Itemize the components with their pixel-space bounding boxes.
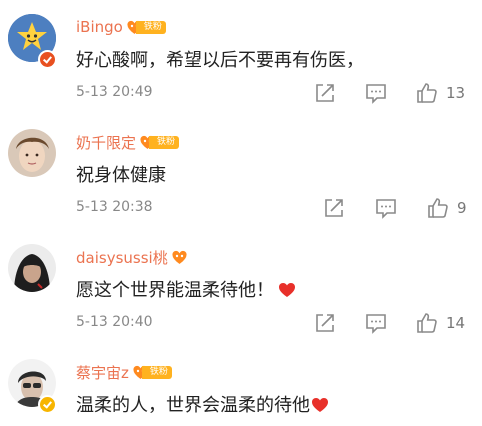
share-icon[interactable] <box>313 311 337 335</box>
avatar[interactable] <box>8 129 56 177</box>
username-row: 蔡宇宙z 铁粉 <box>76 361 172 383</box>
comment-item: 蔡宇宙z 铁粉 温柔的人，世界会温柔的待他 <box>0 345 482 426</box>
comment-text-body: 温柔的人，世界会温柔的待他 <box>76 395 310 416</box>
red-heart-icon <box>279 283 295 297</box>
comment-time: 5-13 20:38 <box>76 199 153 215</box>
username[interactable]: daisysussi桃 <box>76 247 168 268</box>
fan-badge: 铁粉 <box>132 364 172 381</box>
comment-text-body: 愿这个世界能温柔待他！ <box>76 280 274 301</box>
comment-time: 5-13 20:40 <box>76 314 153 330</box>
username[interactable]: 蔡宇宙z <box>76 362 129 383</box>
comment-text: 好心酸啊，希望以后不要再有伤医， <box>76 50 364 71</box>
fan-heart-icon <box>171 249 188 265</box>
username-row: 奶千限定 铁粉 <box>76 131 180 153</box>
username-row: daisysussi桃 <box>76 246 188 268</box>
like-icon[interactable] <box>426 196 450 220</box>
avatar[interactable] <box>8 244 56 292</box>
comment-item: 奶千限定 铁粉 祝身体健康 5-13 20:38 9 <box>0 115 482 225</box>
username[interactable]: 奶千限定 <box>76 132 136 153</box>
photo-avatar-icon <box>8 129 56 177</box>
comment-text: 温柔的人，世界会温柔的待他 <box>76 391 329 417</box>
like-count: 13 <box>446 84 466 102</box>
username[interactable]: iBingo <box>76 18 123 36</box>
fan-badge: 铁粉 <box>126 19 166 36</box>
comment-icon[interactable] <box>374 196 398 220</box>
like-count: 9 <box>457 199 467 217</box>
comment-icon[interactable] <box>364 81 388 105</box>
fan-badge: 铁粉 <box>139 134 180 151</box>
verified-badge-icon <box>38 50 57 69</box>
verified-badge-icon <box>38 395 57 414</box>
like-icon[interactable] <box>415 311 439 335</box>
comment-feed: iBingo 铁粉 好心酸啊，希望以后不要再有伤医， 5-13 20:49 13… <box>0 0 482 426</box>
username-row: iBingo 铁粉 <box>76 16 166 38</box>
like-count: 14 <box>446 314 466 332</box>
like-icon[interactable] <box>415 81 439 105</box>
comment-icon[interactable] <box>364 311 388 335</box>
comment-text: 祝身体健康 <box>76 165 166 186</box>
photo-avatar-icon <box>8 244 56 292</box>
comment-time: 5-13 20:49 <box>76 84 153 100</box>
fan-badge-label: 铁粉 <box>135 20 166 34</box>
red-heart-icon <box>312 398 328 412</box>
comment-item: daisysussi桃 愿这个世界能温柔待他！ 5-13 20:40 14 <box>0 230 482 340</box>
fan-badge-label: 铁粉 <box>149 135 180 149</box>
comment-text: 愿这个世界能温柔待他！ <box>76 276 296 302</box>
comment-item: iBingo 铁粉 好心酸啊，希望以后不要再有伤医， 5-13 20:49 13 <box>0 0 482 110</box>
fan-badge-label: 铁粉 <box>141 365 172 379</box>
share-icon[interactable] <box>313 81 337 105</box>
fan-badge <box>171 249 188 266</box>
share-icon[interactable] <box>322 196 346 220</box>
